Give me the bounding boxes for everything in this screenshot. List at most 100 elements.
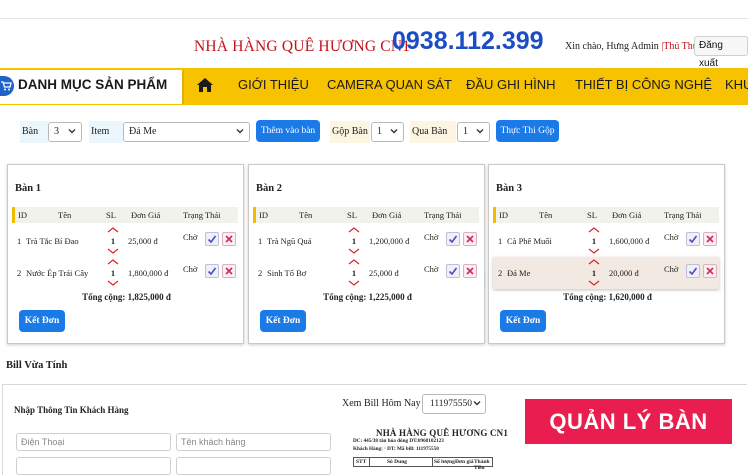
row-name: Trà Ngũ Quả	[267, 236, 312, 246]
row-status: Chờ	[664, 264, 679, 274]
close-icon	[706, 267, 714, 275]
phone-input[interactable]: Điện Thoại	[16, 433, 171, 451]
check-icon	[207, 267, 217, 276]
row-qty: 1	[110, 236, 116, 246]
customer-name-input[interactable]: Tên khách hàng	[176, 433, 331, 451]
table-row[interactable]: 2 Đá Me 1 20,000 đ Chờ	[493, 257, 719, 289]
nav-thiet-bi[interactable]: THIẾT BỊ CÔNG NGHỆ	[575, 77, 712, 92]
decrease-qty-icon[interactable]	[106, 248, 120, 255]
logout-button[interactable]: Đăng xuất	[694, 36, 748, 69]
row-status: Chờ	[664, 232, 679, 242]
row-qty: 1	[351, 268, 357, 278]
extra-input-1[interactable]	[16, 457, 171, 475]
table-header-row: ID Tên SL Đơn Giá Trạng Thái	[12, 207, 238, 223]
table-row[interactable]: 1 Cà Phê Muối 1 1,600,000 đ Chờ	[493, 225, 719, 257]
ban-select[interactable]: 3	[48, 122, 82, 142]
confirm-item-button[interactable]	[205, 232, 219, 246]
table-total: Tổng cộng: 1,620,000 đ	[563, 292, 652, 302]
item-select[interactable]: Đá Me	[123, 122, 250, 142]
confirm-item-button[interactable]	[686, 264, 700, 278]
quantity-stepper[interactable]: 1	[587, 225, 601, 257]
remove-item-button[interactable]	[463, 232, 477, 246]
gop-ban-value: 1	[377, 126, 382, 137]
extra-input-2[interactable]	[176, 457, 331, 475]
decrease-qty-icon[interactable]	[587, 280, 601, 287]
decrease-qty-icon[interactable]	[347, 248, 361, 255]
quantity-stepper[interactable]: 1	[347, 257, 361, 289]
row-id: 2	[498, 268, 503, 278]
confirm-item-button[interactable]	[446, 232, 460, 246]
col-id: ID	[499, 210, 508, 220]
add-to-table-button[interactable]: Thêm vào bàn	[256, 120, 320, 142]
table-row[interactable]: 1 Trà Ngũ Quả 1 1,200,000 đ Chờ	[253, 225, 479, 257]
nav-khu[interactable]: KHU	[725, 77, 748, 92]
manage-tables-button[interactable]: QUẢN LÝ BÀN	[525, 399, 732, 444]
checkout-button[interactable]: Kết Đơn	[260, 310, 306, 332]
confirm-item-button[interactable]	[205, 264, 219, 278]
greeting-text: Xin chào, Hưng Admin |Thủ Thuật	[565, 41, 705, 52]
close-icon	[706, 235, 714, 243]
confirm-item-button[interactable]	[686, 232, 700, 246]
chevron-down-icon	[390, 129, 398, 134]
col-id: ID	[259, 210, 268, 220]
checkout-button[interactable]: Kết Đơn	[500, 310, 546, 332]
merge-tables-button[interactable]: Thực Thi Gộp	[496, 120, 559, 142]
remove-item-button[interactable]	[703, 232, 717, 246]
col-qty: SL	[347, 210, 357, 220]
increase-qty-icon[interactable]	[587, 258, 601, 265]
decrease-qty-icon[interactable]	[587, 248, 601, 255]
row-name: Trà Tắc Bí Đao	[26, 236, 79, 246]
increase-qty-icon[interactable]	[106, 258, 120, 265]
close-icon	[225, 267, 233, 275]
decrease-qty-icon[interactable]	[106, 280, 120, 287]
remove-item-button[interactable]	[222, 232, 236, 246]
home-icon[interactable]	[197, 78, 213, 97]
col-status: Trạng Thái	[424, 210, 462, 220]
check-icon	[688, 267, 698, 276]
increase-qty-icon[interactable]	[347, 258, 361, 265]
checkout-button[interactable]: Kết Đơn	[19, 310, 65, 332]
gop-ban-select[interactable]: 1	[371, 122, 404, 142]
col-name: Tên	[539, 210, 553, 220]
increase-qty-icon[interactable]	[347, 226, 361, 233]
ban-label: Bàn	[20, 121, 48, 143]
table-row[interactable]: 2 Nước Ép Trái Cây 1 1,800,000 đ Chờ	[12, 257, 238, 289]
row-price: 1,600,000 đ	[609, 236, 650, 246]
row-id: 1	[258, 236, 263, 246]
increase-qty-icon[interactable]	[587, 226, 601, 233]
remove-item-button[interactable]	[463, 264, 477, 278]
col-qty: SL	[106, 210, 116, 220]
quantity-stepper[interactable]: 1	[587, 257, 601, 289]
check-icon	[207, 235, 217, 244]
nav-dau-ghi-hinh[interactable]: ĐẦU GHI HÌNH	[466, 77, 556, 92]
decrease-qty-icon[interactable]	[347, 280, 361, 287]
nav-gioi-thieu[interactable]: GIỚI THIỆU	[238, 77, 309, 92]
row-status: Chờ	[424, 264, 439, 274]
category-label[interactable]: DANH MỤC SẢN PHẨM	[18, 77, 167, 92]
check-icon	[448, 267, 458, 276]
close-icon	[466, 235, 474, 243]
quantity-stepper[interactable]: 1	[347, 225, 361, 257]
view-bill-select[interactable]: 111975550	[422, 394, 486, 414]
remove-item-button[interactable]	[222, 264, 236, 278]
qua-ban-select[interactable]: 1	[457, 122, 490, 142]
quantity-stepper[interactable]: 1	[106, 257, 120, 289]
item-select-value: Đá Me	[129, 126, 157, 137]
row-name: Nước Ép Trái Cây	[26, 268, 89, 278]
col-status: Trạng Thái	[183, 210, 221, 220]
table-row[interactable]: 1 Trà Tắc Bí Đao 1 25,000 đ Chờ	[12, 225, 238, 257]
chevron-down-icon	[236, 129, 244, 134]
receipt-table-header: STT Sô Dung Số lượng Đơn giá Thành Tiền	[353, 457, 493, 471]
receipt-col-total: Thành Tiền	[474, 459, 490, 471]
quantity-stepper[interactable]: 1	[106, 225, 120, 257]
table-header-row: ID Tên SL Đơn Giá Trạng Thái	[493, 207, 719, 223]
col-price: Đơn Giá	[372, 210, 402, 220]
nav-camera[interactable]: CAMERA QUAN SÁT	[327, 77, 452, 92]
remove-item-button[interactable]	[703, 264, 717, 278]
row-price: 1,800,000 đ	[128, 268, 169, 278]
confirm-item-button[interactable]	[446, 264, 460, 278]
table-row[interactable]: 2 Sinh Tố Bơ 1 25,000 đ Chờ	[253, 257, 479, 289]
bill-section-title: Bill Vừa Tính	[6, 360, 68, 371]
qua-ban-label: Qua Bàn	[410, 121, 456, 143]
increase-qty-icon[interactable]	[106, 226, 120, 233]
